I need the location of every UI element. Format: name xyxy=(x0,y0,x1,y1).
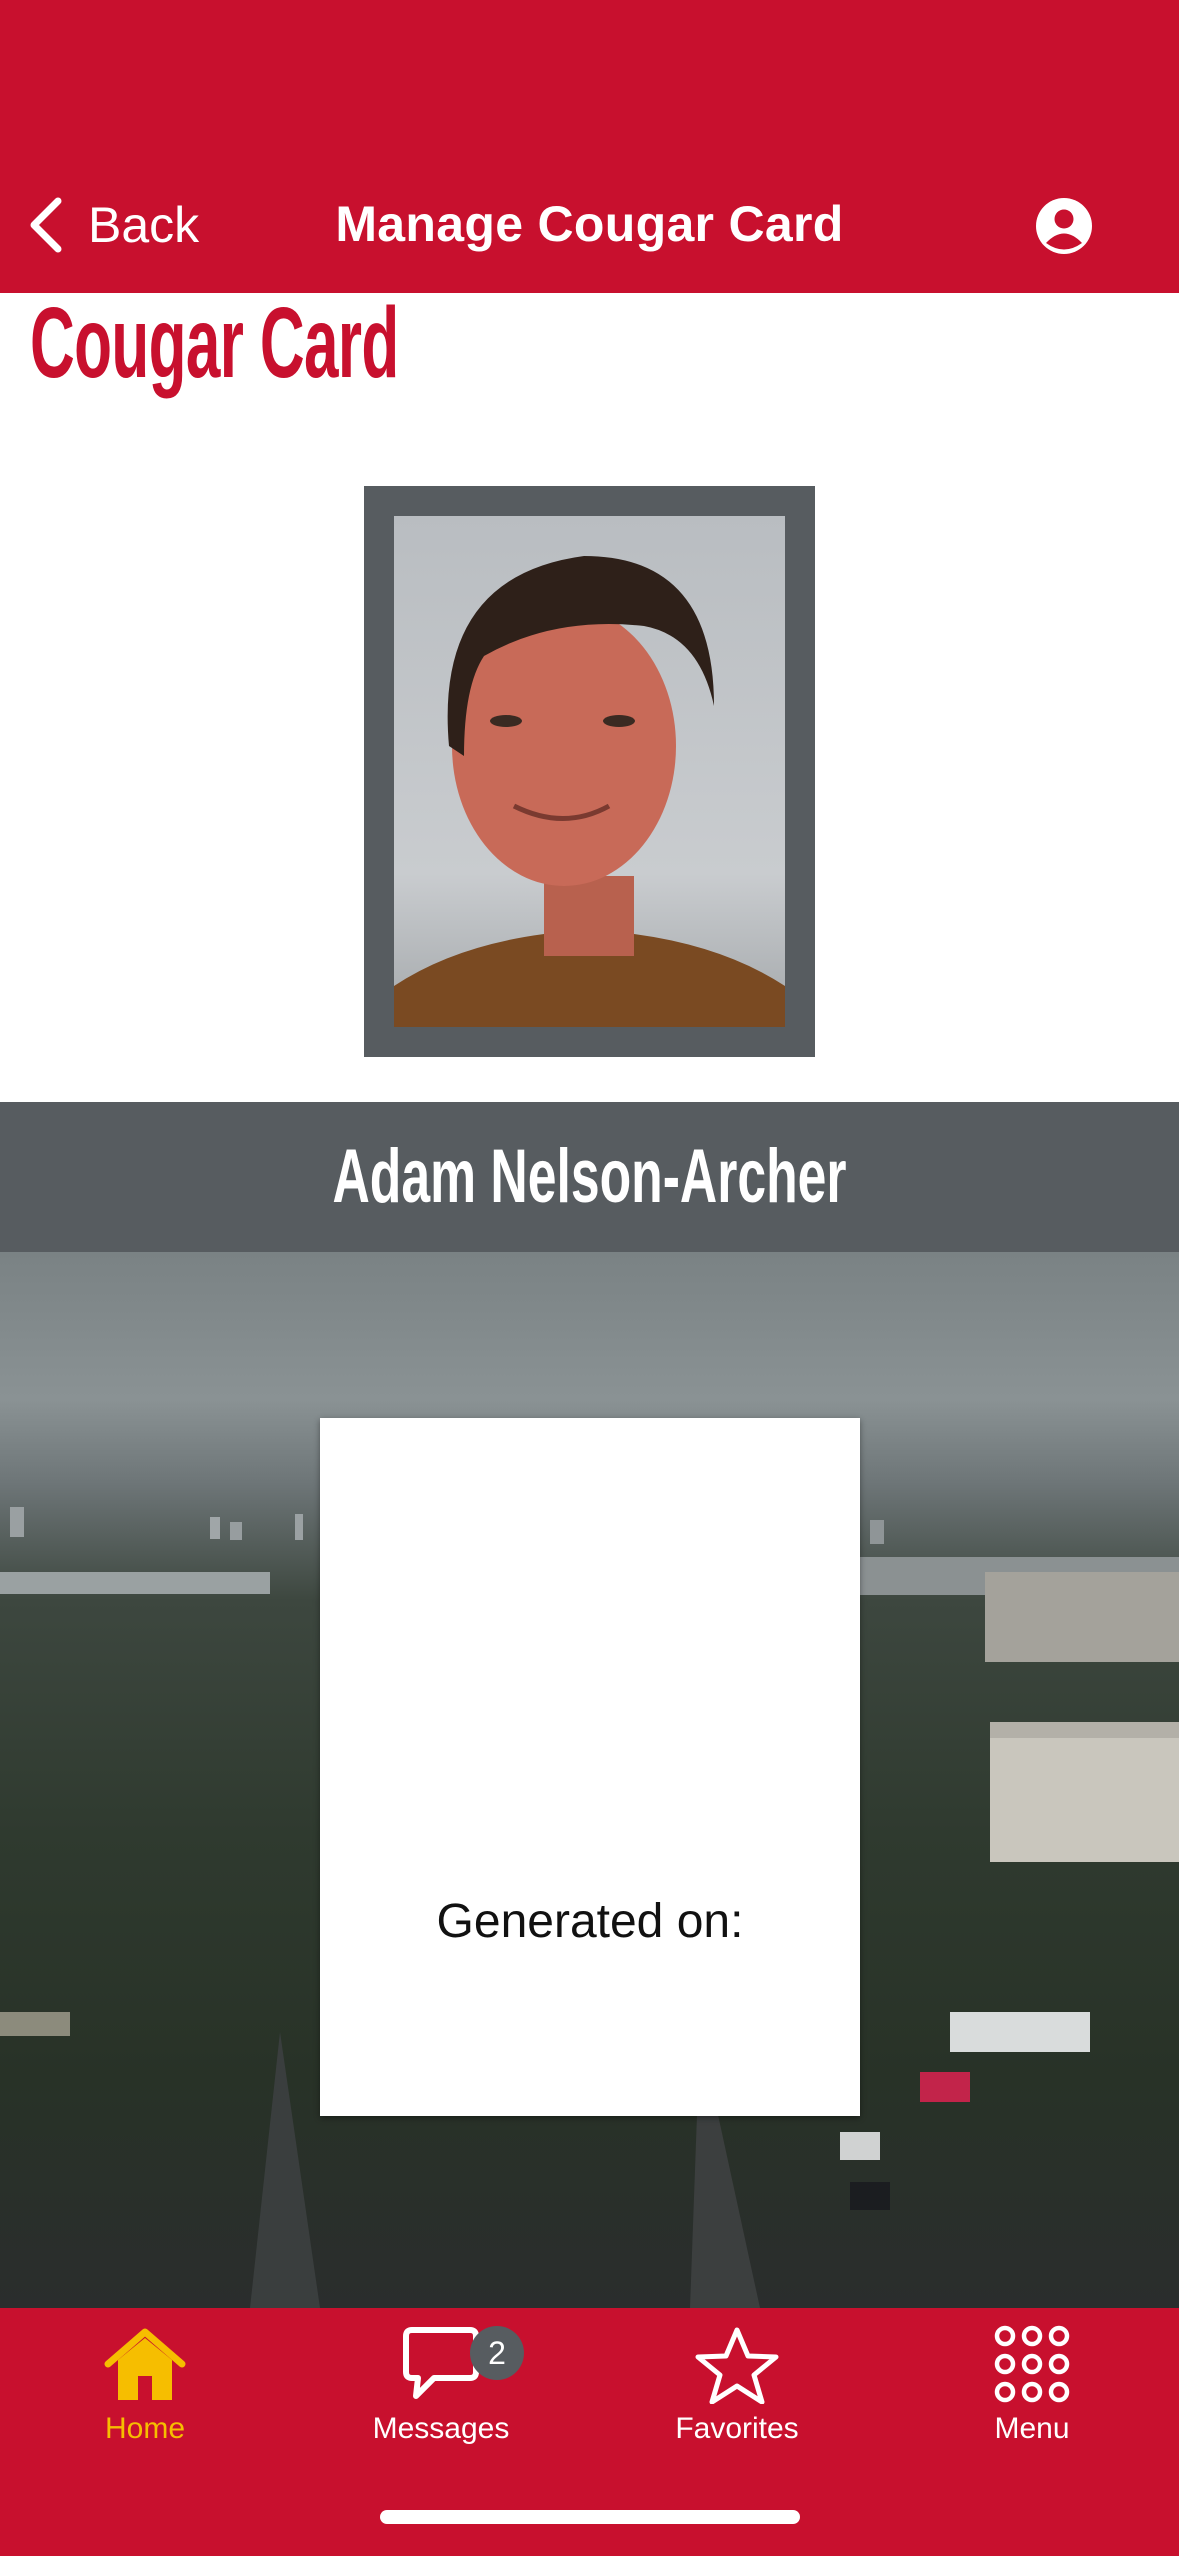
barcode-card: Generated on: xyxy=(320,1418,860,2116)
generated-on-label: Generated on: xyxy=(436,1895,744,1948)
id-photo xyxy=(394,516,785,1027)
home-icon xyxy=(104,2328,186,2400)
tab-messages-label: Messages xyxy=(372,2412,510,2445)
tab-home[interactable]: Home xyxy=(25,2324,265,2484)
tab-menu-label: Menu xyxy=(994,2412,1070,2445)
grid-icon xyxy=(994,2325,1070,2403)
tab-menu[interactable]: Menu xyxy=(912,2324,1152,2484)
top-nav-bar: Back Manage Cougar Card xyxy=(0,0,1179,293)
home-indicator[interactable] xyxy=(380,2510,800,2524)
cardholder-name-bar: Adam Nelson-Archer xyxy=(0,1102,1179,1252)
tab-messages[interactable]: Messages xyxy=(321,2324,561,2484)
messages-badge: 2 xyxy=(470,2326,524,2380)
page-title: Cougar Card xyxy=(30,287,399,399)
tab-home-label: Home xyxy=(104,2412,186,2445)
tab-favorites[interactable]: Favorites xyxy=(617,2324,857,2484)
tab-favorites-label: Favorites xyxy=(675,2412,799,2445)
bottom-tab-bar: Home Messages 2 Favorites Menu xyxy=(0,2308,1179,2556)
portrait-illustration xyxy=(394,556,785,1027)
star-icon xyxy=(695,2327,779,2404)
user-circle-icon[interactable] xyxy=(1034,196,1094,256)
header-title: Manage Cougar Card xyxy=(335,196,844,252)
cardholder-name: Adam Nelson-Archer xyxy=(332,1134,847,1219)
id-photo-frame xyxy=(364,486,815,1057)
